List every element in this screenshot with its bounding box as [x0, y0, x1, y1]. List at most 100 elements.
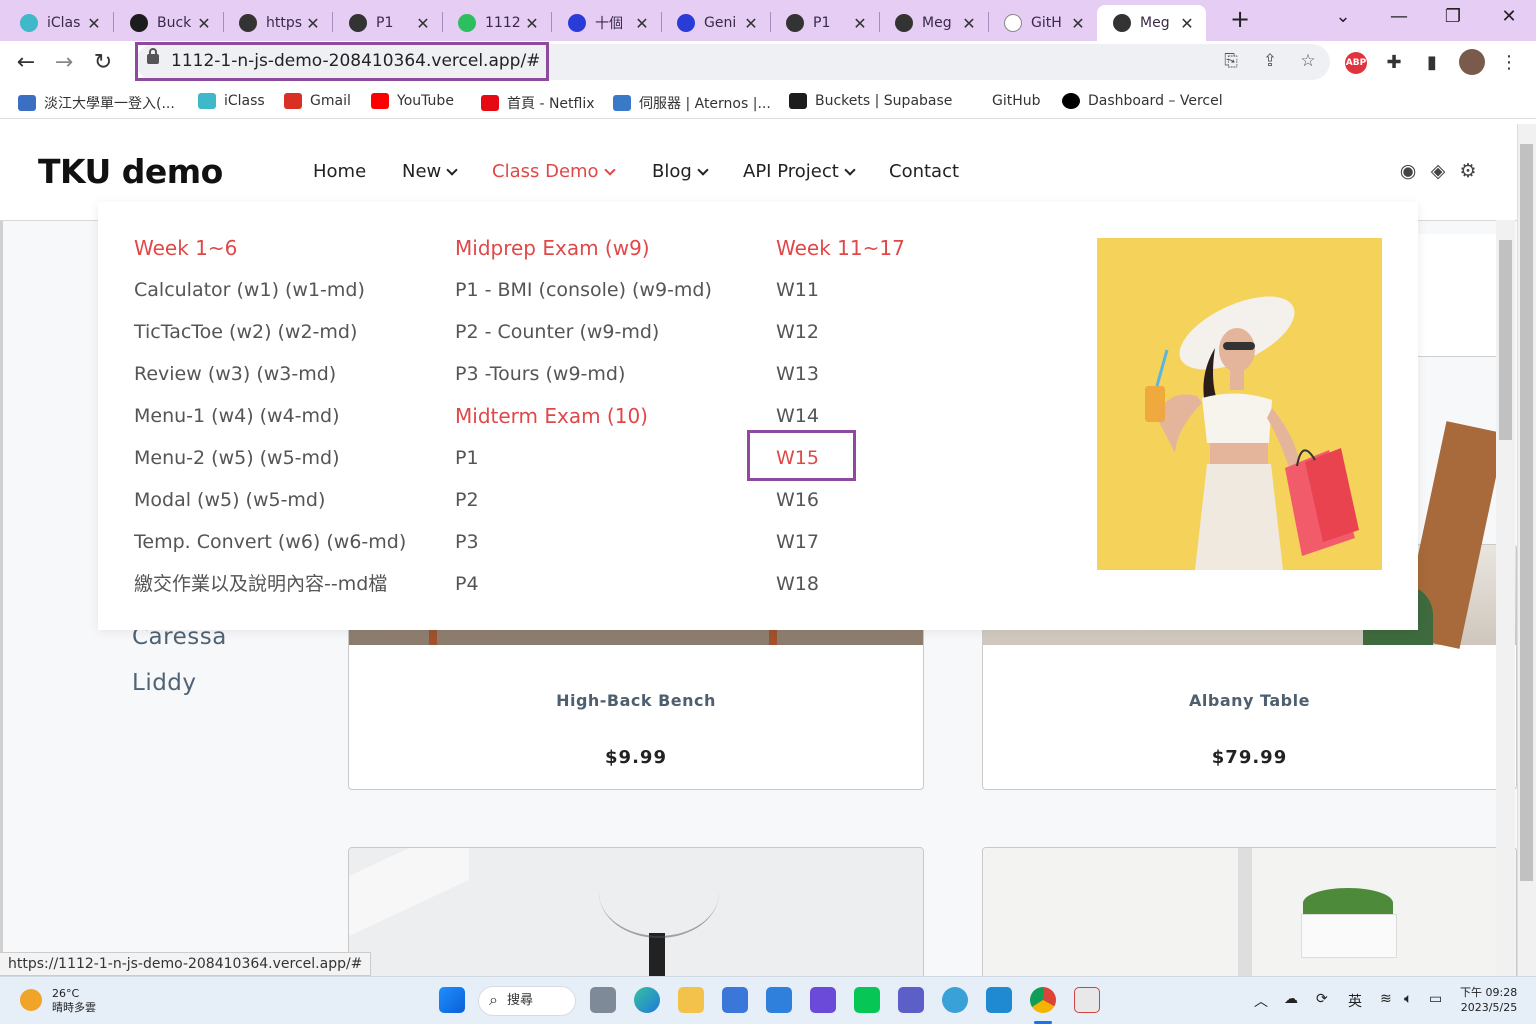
- product-card-vase[interactable]: [348, 847, 924, 976]
- product-card-plant[interactable]: [982, 847, 1517, 976]
- git-icon[interactable]: ◈: [1427, 160, 1449, 182]
- browser-tab-5[interactable]: 十個 ✕: [552, 5, 661, 41]
- browser-tab-3[interactable]: P1 ✕: [333, 5, 442, 41]
- task-view-icon[interactable]: [590, 987, 616, 1013]
- close-window-button[interactable]: ✕: [1494, 6, 1524, 32]
- inner-scrollbar-thumb[interactable]: [1499, 240, 1512, 440]
- tab-close-icon[interactable]: ✕: [1176, 14, 1198, 33]
- tab-close-icon[interactable]: ✕: [412, 14, 434, 33]
- tab-close-icon[interactable]: ✕: [302, 14, 324, 33]
- bookmark-2[interactable]: Gmail: [284, 93, 351, 109]
- menu-item-p3-tours-w9-md[interactable]: P3 -Tours (w9-md): [455, 360, 712, 402]
- store-icon[interactable]: [722, 987, 748, 1013]
- tab-close-icon[interactable]: ✕: [740, 14, 762, 33]
- tab-close-icon[interactable]: ✕: [521, 14, 543, 33]
- extensions-icon[interactable]: ✚: [1383, 52, 1405, 74]
- browser-tab-0[interactable]: iClas ✕: [4, 5, 113, 41]
- settings-gear-icon[interactable]: ⚙: [1457, 160, 1479, 182]
- menu-item-p2[interactable]: P2: [455, 486, 712, 528]
- tab-close-icon[interactable]: ✕: [83, 14, 105, 33]
- menu-item-p4[interactable]: P4: [455, 570, 712, 612]
- menu-item-menu-1-w4-w4-md[interactable]: Menu-1 (w4) (w4-md): [134, 402, 406, 444]
- bookmark-7[interactable]: GitHub: [975, 93, 1041, 109]
- profile-avatar[interactable]: [1459, 49, 1485, 75]
- menu-item-w17[interactable]: W17: [776, 528, 905, 570]
- nav-new[interactable]: New: [402, 161, 458, 182]
- browser-tab-6[interactable]: Geni ✕: [661, 5, 770, 41]
- adblock-plus-icon[interactable]: ABP: [1345, 52, 1367, 74]
- browser-app-icon[interactable]: [942, 987, 968, 1013]
- tab-close-icon[interactable]: ✕: [193, 14, 215, 33]
- menu-item-temp-convert-w6-w6-md[interactable]: Temp. Convert (w6) (w6-md): [134, 528, 406, 570]
- edge-icon[interactable]: [634, 987, 660, 1013]
- menu-item-w13[interactable]: W13: [776, 360, 905, 402]
- bookmark-8[interactable]: Dashboard – Vercel: [1062, 93, 1223, 109]
- menu-item-p1[interactable]: P1: [455, 444, 712, 486]
- snipping-tool-icon[interactable]: [1074, 987, 1100, 1013]
- copilot-icon[interactable]: [810, 987, 836, 1013]
- browser-tab-8[interactable]: Meg ✕: [879, 5, 988, 41]
- nav-api-project[interactable]: API Project: [743, 161, 856, 182]
- volume-icon[interactable]: 🔈︎: [1404, 991, 1412, 1007]
- back-icon[interactable]: ←: [12, 49, 40, 77]
- reload-icon[interactable]: ↻: [89, 49, 117, 77]
- inner-scrollbar[interactable]: [1496, 220, 1515, 976]
- bookmark-3[interactable]: YouTube: [371, 93, 454, 109]
- tab-search-icon[interactable]: ⌄: [1328, 6, 1358, 32]
- ime-indicator[interactable]: 英: [1348, 991, 1362, 1011]
- page-scrollbar[interactable]: [1517, 124, 1536, 976]
- taskbar-search[interactable]: 搜尋: [478, 986, 576, 1016]
- github-icon[interactable]: ◉: [1397, 160, 1419, 182]
- line-icon[interactable]: [854, 987, 880, 1013]
- menu-item-p1-bmi-console-w9-md[interactable]: P1 - BMI (console) (w9-md): [455, 276, 712, 318]
- more-menu-icon[interactable]: ⋮: [1498, 52, 1520, 74]
- nav-blog[interactable]: Blog: [652, 161, 709, 182]
- nav-class-demo[interactable]: Class Demo: [492, 161, 616, 182]
- maximize-button[interactable]: ❐: [1438, 6, 1468, 32]
- start-windows-icon[interactable]: [439, 987, 465, 1013]
- minimize-button[interactable]: —: [1384, 6, 1414, 32]
- browser-tab-4[interactable]: 1112 ✕: [442, 5, 551, 41]
- menu-item-menu-2-w5-w5-md[interactable]: Menu-2 (w5) (w5-md): [134, 444, 406, 486]
- tray-chevron-icon[interactable]: ︿: [1254, 991, 1268, 1011]
- bookmark-4[interactable]: 首頁 - Netflix: [481, 93, 595, 113]
- bookmark-6[interactable]: Buckets | Supabase: [789, 93, 952, 109]
- share-icon[interactable]: ⇪: [1259, 51, 1281, 73]
- browser-tab-1[interactable]: Buck ✕: [114, 5, 223, 41]
- forward-icon[interactable]: →: [50, 49, 78, 77]
- bookmark-1[interactable]: iClass: [198, 93, 265, 109]
- menu-item-p2-counter-w9-md[interactable]: P2 - Counter (w9-md): [455, 318, 712, 360]
- menu-item-tictactoe-w2-w2-md[interactable]: TicTacToe (w2) (w2-md): [134, 318, 406, 360]
- teams-icon[interactable]: [898, 987, 924, 1013]
- browser-tab-2[interactable]: https ✕: [223, 5, 332, 41]
- wifi-icon[interactable]: ≋: [1380, 991, 1392, 1007]
- sidebar-link-liddy[interactable]: Liddy: [132, 670, 197, 696]
- menu-item-md[interactable]: 繳交作業以及說明內容--md檔: [134, 570, 406, 612]
- tab-close-icon[interactable]: ✕: [631, 14, 653, 33]
- bookmark-5[interactable]: 伺服器 | Aternos |...: [613, 93, 771, 113]
- menu-item-calculator-w1-w1-md[interactable]: Calculator (w1) (w1-md): [134, 276, 406, 318]
- system-clock[interactable]: 下午 09:28 2023/5/25: [1460, 985, 1517, 1015]
- menu-item-w11[interactable]: W11: [776, 276, 905, 318]
- menu-item-w16[interactable]: W16: [776, 486, 905, 528]
- page-scrollbar-thumb[interactable]: [1520, 144, 1533, 881]
- sync-icon[interactable]: ⟳: [1316, 991, 1328, 1007]
- mail-icon[interactable]: [766, 987, 792, 1013]
- side-panel-icon[interactable]: ▮: [1421, 52, 1443, 74]
- file-explorer-icon[interactable]: [678, 987, 704, 1013]
- weather-widget[interactable]: 26°C 晴時多雲: [52, 987, 96, 1015]
- weather-icon[interactable]: [20, 989, 42, 1011]
- new-tab-button[interactable]: +: [1227, 7, 1253, 33]
- menu-item-p3[interactable]: P3: [455, 528, 712, 570]
- bookmark-star-icon[interactable]: ☆: [1297, 51, 1319, 73]
- tab-close-icon[interactable]: ✕: [849, 14, 871, 33]
- battery-icon[interactable]: ▭: [1429, 991, 1442, 1007]
- product-name[interactable]: Albany Table: [983, 691, 1516, 710]
- site-logo[interactable]: TKU demo: [38, 152, 223, 191]
- browser-tab-7[interactable]: P1 ✕: [770, 5, 879, 41]
- nav-contact[interactable]: Contact: [889, 161, 959, 182]
- product-name[interactable]: High-Back Bench: [349, 691, 923, 710]
- tab-close-icon[interactable]: ✕: [1067, 14, 1089, 33]
- vscode-icon[interactable]: [986, 987, 1012, 1013]
- bookmark-0[interactable]: 淡江大學單一登入(...: [18, 93, 175, 113]
